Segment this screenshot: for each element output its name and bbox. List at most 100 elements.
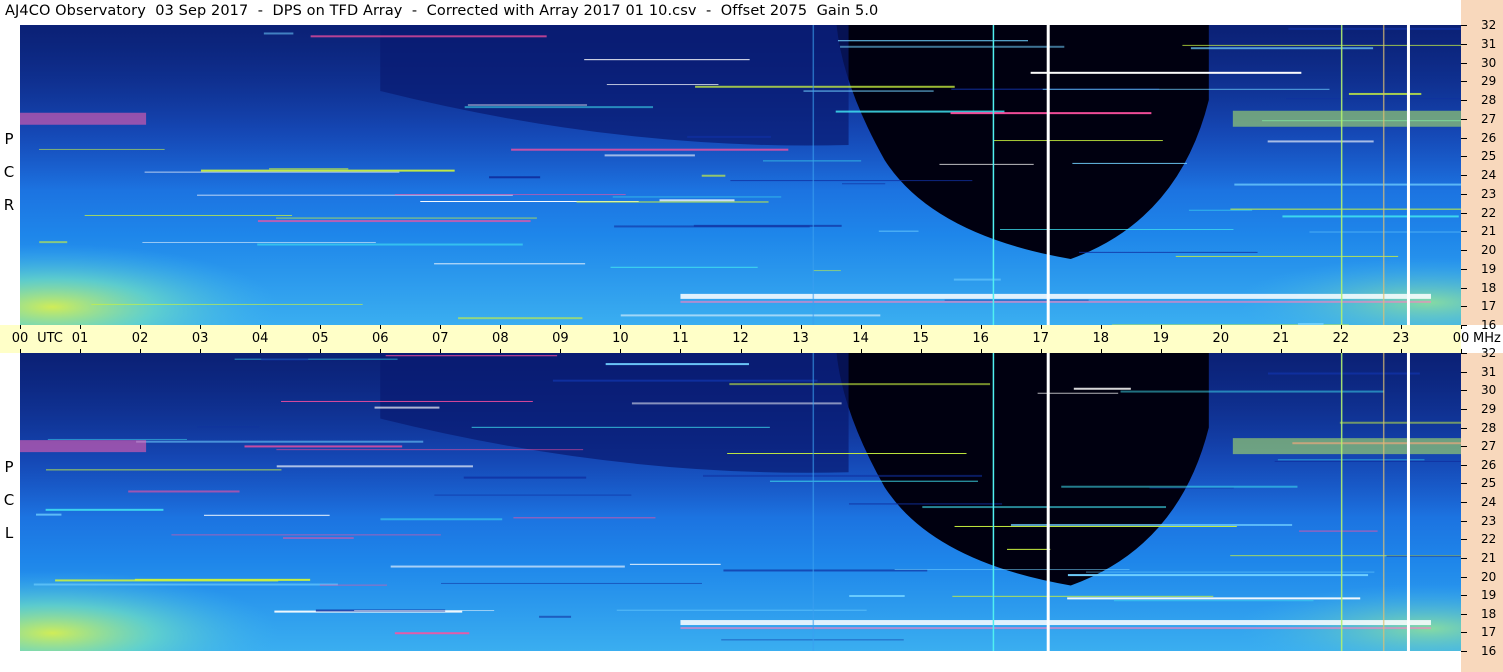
freq-tick-label: 32 [1481,18,1497,32]
interference-line [620,314,881,317]
interference-line [269,168,349,170]
interference-line [1188,209,1253,211]
time-tick-label: 22 [1332,331,1350,346]
time-tick-mark [1220,349,1222,353]
spectrogram-rcp [20,25,1461,325]
time-tick-label: 18 [1092,331,1110,346]
time-tick-label: 09 [552,331,569,346]
vertical-marker [1406,353,1410,651]
time-tick-mark [920,325,922,329]
freq-tick-mark [1461,595,1467,597]
time-tick-mark [1040,349,1042,353]
interference-line [513,517,656,519]
time-tick-label: 11 [672,331,689,346]
time-tick-mark [200,349,202,353]
interference-line [695,85,955,88]
interference-line [1386,555,1461,557]
streak-17mhz [680,620,1431,626]
time-tick-mark [920,349,922,353]
freq-tick-mark [1461,427,1467,429]
time-tick-mark [860,325,862,329]
interference-line [1288,27,1461,30]
freq-tick-label: 25 [1481,476,1497,491]
time-tick-mark [680,325,682,329]
time-tick-mark [800,325,802,329]
time-tick-mark [380,349,382,353]
interference-line [1006,548,1051,550]
pol-char: L [4,524,14,542]
freq-tick-label: 26 [1481,457,1497,472]
freq-tick-label: 25 [1481,149,1497,164]
time-tick-mark [440,349,442,353]
time-tick-mark [1220,325,1222,329]
time-tick-label: 04 [251,331,269,346]
interference-line [1274,460,1461,462]
interference-line [489,176,541,179]
freq-tick-label: 29 [1481,401,1497,416]
freq-tick-label: 21 [1481,550,1497,565]
time-tick-mark [1340,325,1342,329]
interference-line [993,140,1163,142]
time-tick-label: 07 [432,331,449,346]
freq-tick-mark [1461,464,1467,466]
interference-line [552,379,818,382]
freq-tick-label: 19 [1481,261,1497,276]
time-tick-label: 06 [371,331,389,346]
interference-line [539,615,572,618]
freq-tick-mark [1461,539,1467,541]
time-tick-label: 12 [732,331,749,346]
freq-tick-label: 27 [1481,439,1497,454]
time-tick-mark [1100,349,1102,353]
freq-tick-mark [1461,632,1467,634]
time-tick-mark [320,325,322,329]
frequency-axis-lcp: 16 17 18 19 20 21 22 23 24 25 26 27 28 29 30 31 32 [1461,346,1503,672]
interference-line [841,183,886,185]
vertical-marker [1340,25,1343,325]
time-tick-mark [140,325,142,329]
interference-line [45,469,282,471]
interference-line [84,214,293,216]
interference-line [234,358,398,360]
spectrogram-lcp-svg [20,353,1461,651]
freq-tick-label: 31 [1481,364,1497,379]
freq-tick-mark [1461,268,1467,270]
time-tick-mark [80,325,82,329]
time-tick-mark [620,325,622,329]
freq-tick-mark [1461,193,1467,195]
interference-line [612,196,782,198]
interference-line [1079,251,1258,253]
freq-tick-mark [1461,306,1467,308]
vertical-marker [1382,25,1385,325]
interference-line [47,438,187,440]
freq-tick-mark [1461,325,1467,326]
interference-line [203,514,330,516]
time-tick-mark [980,325,982,329]
vertical-marker [1046,25,1050,325]
interference-line [1230,208,1461,210]
interference-line [1348,92,1422,95]
interference-line [276,217,537,219]
interference-line [1286,98,1461,100]
interference-line [463,476,587,479]
freq-tick-label: 24 [1481,495,1497,509]
interference-line [837,40,1028,42]
time-tick-mark [740,325,742,329]
time-tick-label: 19 [1152,331,1170,346]
pol-char: P [4,130,14,148]
freq-tick-mark [1461,137,1467,139]
time-tick-label: 00 [1452,331,1470,346]
freq-tick-label: 22 [1481,205,1497,220]
time-tick-mark [1400,325,1402,329]
freq-tick-label: 26 [1481,130,1497,145]
time-tick-label: 13 [792,331,809,346]
time-tick-label: 17 [1032,331,1049,346]
interference-line [33,583,338,586]
interference-line [584,59,750,61]
freq-tick-mark [1461,212,1467,214]
time-tick-mark [260,349,262,353]
freq-tick-label: 24 [1481,168,1497,182]
freq-tick-label: 16 [1481,644,1497,658]
freq-tick-mark [1461,250,1467,251]
interference-line [45,508,164,511]
time-tick-mark [1280,325,1282,329]
